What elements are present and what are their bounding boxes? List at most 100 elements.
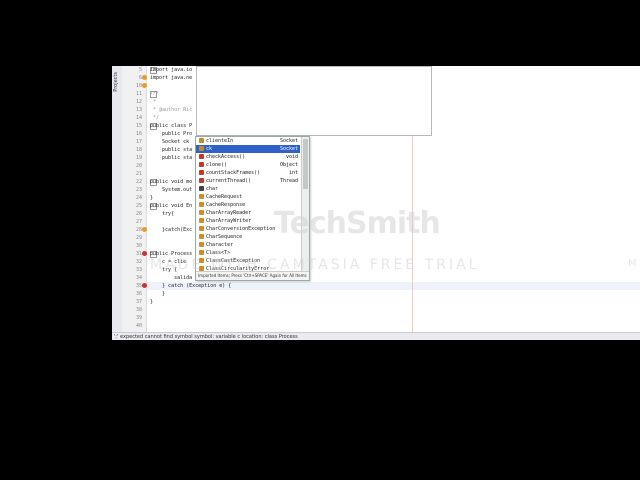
line-number: 19 (135, 155, 142, 161)
completion-item-label: ClassCastException (206, 258, 261, 264)
method-icon (199, 162, 204, 167)
completion-item-label: Character (206, 242, 234, 248)
line-number: 11 (135, 91, 142, 97)
line-number: 17 (135, 139, 142, 145)
status-bar: ';' expected cannot find symbol symbol: … (112, 332, 640, 340)
line-number: 24 (135, 195, 142, 201)
completion-item-type: Object (279, 162, 298, 168)
class-icon (199, 226, 204, 231)
completion-item-label: CharConversionException (206, 226, 276, 232)
line-number: 26 (135, 211, 142, 217)
line-number: 22 (135, 179, 142, 185)
completion-item[interactable]: CharSequence (196, 233, 300, 241)
code-line: public sta (150, 147, 193, 153)
code-line: import java.io (150, 67, 193, 73)
completion-scrollbar[interactable] (301, 137, 309, 271)
code-line: } (150, 195, 154, 201)
completion-item-label: clone() (206, 162, 228, 168)
completion-item-label: countStackFrames() (206, 170, 261, 176)
completion-item[interactable]: CharArrayWriter (196, 217, 300, 225)
code-line: System.out (150, 187, 193, 193)
code-line: } (150, 299, 154, 305)
code-line: */ (150, 115, 160, 121)
completion-item[interactable]: CacheResponse (196, 201, 300, 209)
method-icon (199, 170, 204, 175)
line-number: 20 (135, 163, 142, 169)
code-line: * @author Nic (150, 107, 193, 113)
completion-hint: Imported Items; Press 'Ctrl+SPACE' Again… (196, 271, 309, 280)
class-icon (199, 210, 204, 215)
line-number: 21 (135, 171, 142, 177)
line-number: 34 (135, 275, 142, 281)
line-number: 12 (135, 99, 142, 105)
completion-item[interactable]: ClassCastException (196, 257, 300, 265)
line-number: 16 (135, 131, 142, 137)
line-number: 18 (135, 147, 142, 153)
code-line: public Process (150, 251, 193, 257)
class-icon (199, 218, 204, 223)
completion-item[interactable]: checkAccess() void (196, 153, 300, 161)
completion-item-type: int (288, 170, 298, 176)
completion-item-label: currentThread() (206, 178, 252, 184)
code-line: public sta (150, 155, 193, 161)
class-icon (199, 202, 204, 207)
line-number: 15 (135, 123, 142, 129)
completion-item[interactable]: ck Socket (196, 145, 300, 153)
keyword-icon (199, 186, 204, 191)
completion-item[interactable]: countStackFrames() int (196, 169, 300, 177)
class-icon (199, 250, 204, 255)
line-number: 25 (135, 203, 142, 209)
class-icon (199, 242, 204, 247)
method-icon (199, 178, 204, 183)
line-number: 37 (135, 299, 142, 305)
code-line: public void mo (150, 179, 193, 185)
class-icon (199, 258, 204, 263)
javadoc-popup (196, 66, 432, 136)
code-line: /** (150, 91, 160, 97)
code-line: c = clie (150, 259, 187, 265)
completion-item[interactable]: currentThread() Thread (196, 177, 300, 185)
line-number: 23 (135, 187, 142, 193)
completion-item-label: ck (206, 146, 213, 152)
completion-item[interactable]: Class<T> (196, 249, 300, 257)
line-number: 5 (138, 67, 142, 73)
code-line: import java.ne (150, 75, 193, 81)
completion-scroll-thumb[interactable] (303, 139, 308, 189)
completion-item[interactable]: CharConversionException (196, 225, 300, 233)
completion-item-label: CharSequence (206, 234, 243, 240)
completion-item-label: CacheResponse (206, 202, 246, 208)
code-line: }catch(Exc (150, 227, 193, 233)
completion-item-type: Socket (279, 146, 298, 152)
completion-item[interactable]: CacheRequest (196, 193, 300, 201)
completion-item[interactable]: clienteIn Socket (196, 137, 300, 145)
completion-item-label: Class<T> (206, 250, 231, 256)
completion-item-label: char (206, 186, 219, 192)
line-number: 36 (135, 291, 142, 297)
field-icon (199, 138, 204, 143)
method-icon (199, 154, 204, 159)
code-line: try{ (150, 211, 175, 217)
line-number: 40 (135, 323, 142, 329)
completion-item[interactable]: CharArrayReader (196, 209, 300, 217)
ide-window: Projects 5 6 10 11 12 13 14 15 16 17 18 19 20 21 22 23 2… (112, 66, 640, 340)
code-line: * (150, 99, 157, 105)
completion-item-label: clienteIn (206, 138, 234, 144)
completion-item-label: CacheRequest (206, 194, 243, 200)
line-number: 38 (135, 307, 142, 313)
code-line: public Pro (150, 131, 193, 137)
line-number: 39 (135, 315, 142, 321)
code-line: } (150, 291, 166, 297)
code-completion-popup[interactable]: clienteIn Socket ck Socket checkAccess() void… (195, 136, 310, 281)
line-number: 29 (135, 235, 142, 241)
completion-item-type: Thread (279, 178, 298, 184)
line-number: 33 (135, 267, 142, 273)
completion-item[interactable]: Character (196, 241, 300, 249)
code-line: Socket ck (150, 139, 190, 145)
completion-item[interactable]: char (196, 185, 300, 193)
completion-item[interactable]: clone() Object (196, 161, 300, 169)
projects-tab-label: Projects (113, 72, 119, 92)
completion-item-label: CharArrayWriter (206, 218, 252, 224)
line-number: 32 (135, 259, 142, 265)
line-number: 27 (135, 219, 142, 225)
